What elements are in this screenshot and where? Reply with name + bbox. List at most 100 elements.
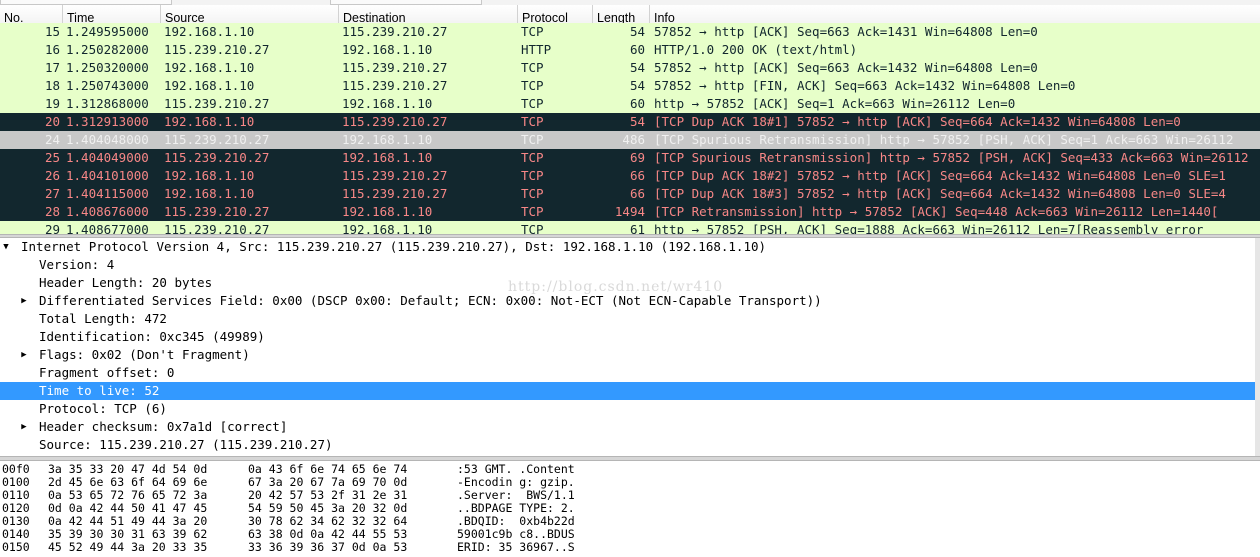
- detail-tree-item[interactable]: ▼ Internet Protocol Version 4, Src: 115.2…: [0, 238, 1260, 256]
- packet-info: HTTP/1.0 200 OK (text/html): [654, 42, 858, 57]
- detail-scrollbar[interactable]: [1255, 238, 1260, 456]
- packet-row[interactable]: 18 1.250743000 192.168.1.10 115.239.210.27 T…: [0, 77, 1260, 95]
- packet-info: [TCP Dup ACK 18#3] 57852 → http [ACK] Se…: [654, 186, 1226, 201]
- packet-row[interactable]: 19 1.312868000 115.239.210.27 192.168.1.10 T…: [0, 95, 1260, 113]
- packet-no: 27: [44, 186, 60, 201]
- detail-item-text: Identification: 0xc345 (49989): [39, 329, 265, 344]
- packet-info: http → 57852 [PSH, ACK] Seq=1888 Ack=663…: [654, 222, 1204, 234]
- detail-tree-item[interactable]: Fragment offset: 0: [0, 364, 1260, 382]
- expand-arrow-icon[interactable]: ▶: [18, 346, 30, 364]
- packet-length: 66: [629, 186, 645, 201]
- packet-row[interactable]: 29 1.408677000 115.239.210.27 192.168.1.10 T…: [0, 221, 1260, 234]
- packet-source: 115.239.210.27: [164, 222, 270, 234]
- hex-row[interactable]: 0150 45 52 49 44 3a 20 33 35 33 36 39 36 3…: [0, 541, 1260, 554]
- packet-time: 1.249595000: [66, 24, 149, 39]
- packet-row[interactable]: 20 1.312913000 192.168.1.10 115.239.210.27 T…: [0, 113, 1260, 131]
- packet-protocol: TCP: [521, 150, 544, 165]
- hex-offset: 0150: [2, 540, 30, 554]
- packet-protocol: TCP: [521, 60, 544, 75]
- packet-row[interactable]: 15 1.249595000 192.168.1.10 115.239.210.27 T…: [0, 23, 1260, 41]
- packet-destination: 115.239.210.27: [342, 78, 448, 93]
- packet-bytes-pane[interactable]: 00f0 3a 35 33 20 47 4d 54 0d 0a 43 6f 6e 7…: [0, 461, 1260, 557]
- packet-length: 60: [629, 96, 645, 111]
- packet-destination: 192.168.1.10: [342, 132, 433, 147]
- packet-destination: 192.168.1.10: [342, 96, 433, 111]
- packet-time: 1.408677000: [66, 222, 149, 234]
- detail-tree-item[interactable]: Protocol: TCP (6): [0, 400, 1260, 418]
- packet-length: 66: [629, 168, 645, 183]
- packet-row[interactable]: 28 1.408676000 115.239.210.27 192.168.1.10 T…: [0, 203, 1260, 221]
- packet-info: http → 57852 [ACK] Seq=1 Ack=663 Win=261…: [654, 96, 1016, 111]
- detail-item-text: Header Length: 20 bytes: [39, 275, 213, 290]
- packet-detail-pane[interactable]: ▼ Internet Protocol Version 4, Src: 115.2…: [0, 238, 1260, 456]
- packet-source: 192.168.1.10: [164, 114, 255, 129]
- packet-row[interactable]: 25 1.404049000 115.239.210.27 192.168.1.10 T…: [0, 149, 1260, 167]
- packet-protocol: TCP: [521, 186, 544, 201]
- packet-time: 1.404101000: [66, 168, 149, 183]
- packet-no: 17: [44, 60, 60, 75]
- detail-item-text: Total Length: 472: [39, 311, 167, 326]
- packet-source: 192.168.1.10: [164, 186, 255, 201]
- packet-protocol: TCP: [521, 114, 544, 129]
- detail-tree-item[interactable]: Version: 4: [0, 256, 1260, 274]
- packet-no: 29: [44, 222, 60, 234]
- detail-tree-item[interactable]: Time to live: 52: [0, 382, 1260, 400]
- packet-length: 69: [629, 150, 645, 165]
- packet-protocol: TCP: [521, 168, 544, 183]
- packet-time: 1.312913000: [66, 114, 149, 129]
- packet-info: 57852 → http [ACK] Seq=663 Ack=1432 Win=…: [654, 60, 1038, 75]
- packet-destination: 115.239.210.27: [342, 114, 448, 129]
- packet-source: 115.239.210.27: [164, 42, 270, 57]
- packet-source: 192.168.1.10: [164, 78, 255, 93]
- packet-destination: 192.168.1.10: [342, 204, 433, 219]
- packet-no: 24: [44, 132, 60, 147]
- packet-row[interactable]: 17 1.250320000 192.168.1.10 115.239.210.27 T…: [0, 59, 1260, 77]
- packet-protocol: TCP: [521, 96, 544, 111]
- packet-row[interactable]: 26 1.404101000 192.168.1.10 115.239.210.27 T…: [0, 167, 1260, 185]
- packet-row[interactable]: 16 1.250282000 115.239.210.27 192.168.1.10 H…: [0, 41, 1260, 59]
- packet-destination: 192.168.1.10: [342, 150, 433, 165]
- detail-item-text: Fragment offset: 0: [39, 365, 175, 380]
- packet-time: 1.408676000: [66, 204, 149, 219]
- packet-no: 26: [44, 168, 60, 183]
- packet-info: [TCP Spurious Retransmission] http → 578…: [654, 132, 1234, 147]
- hex-ascii: ERID: 35 36967..S: [457, 540, 575, 554]
- packet-source: 115.239.210.27: [164, 96, 270, 111]
- detail-item-text: Version: 4: [39, 257, 115, 272]
- packet-protocol: TCP: [521, 78, 544, 93]
- packet-length: 60: [629, 42, 645, 57]
- packet-source: 115.239.210.27: [164, 150, 270, 165]
- detail-tree-item[interactable]: ▶ Header checksum: 0x7a1d [correct]: [0, 418, 1260, 436]
- packet-protocol: TCP: [521, 222, 544, 234]
- packet-source: 115.239.210.27: [164, 132, 270, 147]
- detail-item-text: Header checksum: 0x7a1d [correct]: [39, 419, 288, 434]
- packet-info: [TCP Retransmission] http → 57852 [ACK] …: [654, 204, 1219, 219]
- packet-row[interactable]: 24 1.404048000 115.239.210.27 192.168.1.10 T…: [0, 131, 1260, 149]
- detail-tree-item[interactable]: Identification: 0xc345 (49989): [0, 328, 1260, 346]
- packet-source: 192.168.1.10: [164, 168, 255, 183]
- packet-list-pane[interactable]: No. Time Source Destination Protocol Len…: [0, 5, 1260, 234]
- detail-tree-item[interactable]: Total Length: 472: [0, 310, 1260, 328]
- packet-destination: 115.239.210.27: [342, 60, 448, 75]
- packet-source: 192.168.1.10: [164, 24, 255, 39]
- packet-destination: 192.168.1.10: [342, 222, 433, 234]
- packet-length: 486: [622, 132, 645, 147]
- packet-protocol: HTTP: [521, 42, 552, 57]
- packet-info: 57852 → http [ACK] Seq=663 Ack=1431 Win=…: [654, 24, 1038, 39]
- packet-info: [TCP Dup ACK 18#1] 57852 → http [ACK] Se…: [654, 114, 1181, 129]
- packet-no: 16: [44, 42, 60, 57]
- watermark: http://blog.csdn.net/wr410: [508, 279, 724, 295]
- packet-row[interactable]: 27 1.404115000 192.168.1.10 115.239.210.27 T…: [0, 185, 1260, 203]
- detail-tree-item[interactable]: Source: 115.239.210.27 (115.239.210.27): [0, 436, 1260, 454]
- collapse-arrow-icon[interactable]: ▼: [0, 238, 12, 256]
- packet-no: 19: [44, 96, 60, 111]
- expand-arrow-icon[interactable]: ▶: [18, 418, 30, 436]
- packet-protocol: TCP: [521, 132, 544, 147]
- packet-no: 15: [44, 24, 60, 39]
- detail-item-text: Source: 115.239.210.27 (115.239.210.27): [39, 437, 333, 452]
- detail-tree-item[interactable]: ▶ Flags: 0x02 (Don't Fragment): [0, 346, 1260, 364]
- packet-destination: 115.239.210.27: [342, 168, 448, 183]
- packet-no: 28: [44, 204, 60, 219]
- expand-arrow-icon[interactable]: ▶: [18, 292, 30, 310]
- packet-length: 1494: [614, 204, 645, 219]
